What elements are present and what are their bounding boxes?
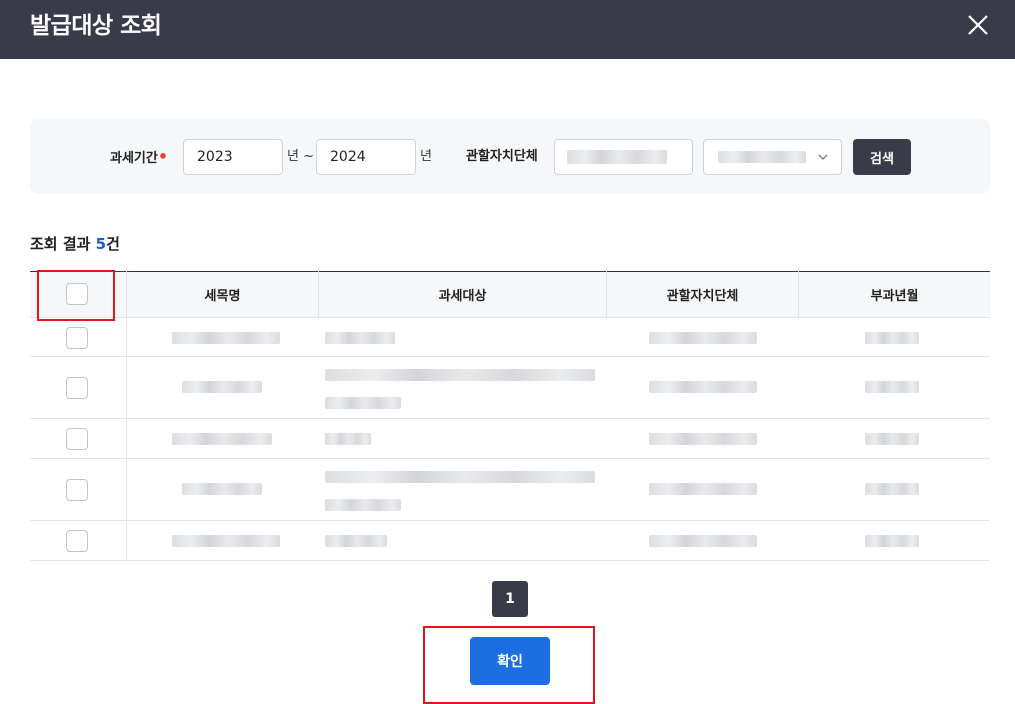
redacted-cell	[325, 499, 401, 511]
row-divider	[30, 418, 990, 419]
column-divider	[126, 271, 127, 561]
row-divider	[30, 317, 990, 318]
redacted-cell	[649, 535, 757, 547]
page-button-current[interactable]: 1	[492, 581, 528, 617]
year-unit: 년	[420, 149, 432, 164]
redacted-cell	[325, 397, 401, 409]
select-all-checkbox[interactable]	[66, 283, 88, 305]
column-divider	[606, 271, 607, 317]
redacted-cell	[182, 381, 262, 393]
row-checkbox[interactable]	[66, 428, 88, 450]
redacted-cell	[172, 535, 280, 547]
redacted-cell	[325, 433, 371, 445]
required-mark: •	[157, 147, 169, 166]
result-table: 세목명 과세대상 관할자치단체 부과년월	[30, 271, 990, 561]
row-checkbox[interactable]	[66, 530, 88, 552]
redacted-cell	[865, 332, 919, 344]
authority-label: 관할자치단체	[466, 149, 538, 164]
redacted-cell	[865, 483, 919, 495]
year-unit-tilde: 년 ~	[287, 149, 314, 164]
year-from-input[interactable]	[183, 139, 283, 175]
row-checkbox[interactable]	[66, 479, 88, 501]
result-count: 5	[95, 235, 107, 253]
row-divider	[30, 560, 990, 561]
row-divider	[30, 356, 990, 357]
column-tax-item: 세목명	[127, 271, 318, 317]
redacted-cell	[325, 369, 595, 381]
redacted-value	[567, 150, 667, 164]
redacted-value	[718, 151, 806, 163]
redacted-cell	[865, 433, 919, 445]
dialog-header: 발급대상 조회	[0, 0, 1015, 59]
row-divider	[30, 458, 990, 459]
search-button[interactable]: 검색	[853, 139, 911, 175]
authority-input[interactable]	[554, 139, 693, 175]
authority-select[interactable]	[703, 139, 842, 175]
redacted-cell	[649, 483, 757, 495]
redacted-cell	[172, 433, 272, 445]
column-divider	[318, 271, 319, 317]
redacted-cell	[649, 381, 757, 393]
tax-period-label: 과세기간•	[110, 147, 169, 166]
redacted-cell	[172, 332, 280, 344]
column-levy-month: 부과년월	[799, 271, 990, 317]
redacted-cell	[182, 483, 262, 495]
chevron-down-icon	[818, 154, 828, 160]
redacted-cell	[865, 381, 919, 393]
column-authority: 관할자치단체	[607, 271, 798, 317]
redacted-cell	[649, 433, 757, 445]
result-count-label: 조회 결과 5건	[30, 235, 120, 253]
redacted-cell	[325, 471, 595, 483]
confirm-button[interactable]: 확인	[470, 637, 550, 685]
close-icon[interactable]	[962, 9, 994, 41]
redacted-cell	[865, 535, 919, 547]
column-tax-target: 과세대상	[319, 271, 606, 317]
redacted-cell	[325, 332, 395, 344]
column-divider	[798, 271, 799, 317]
row-checkbox[interactable]	[66, 327, 88, 349]
dialog-title: 발급대상 조회	[30, 13, 162, 39]
row-checkbox[interactable]	[66, 377, 88, 399]
year-to-input[interactable]	[316, 139, 416, 175]
row-divider	[30, 520, 990, 521]
redacted-cell	[649, 332, 757, 344]
redacted-cell	[325, 535, 387, 547]
